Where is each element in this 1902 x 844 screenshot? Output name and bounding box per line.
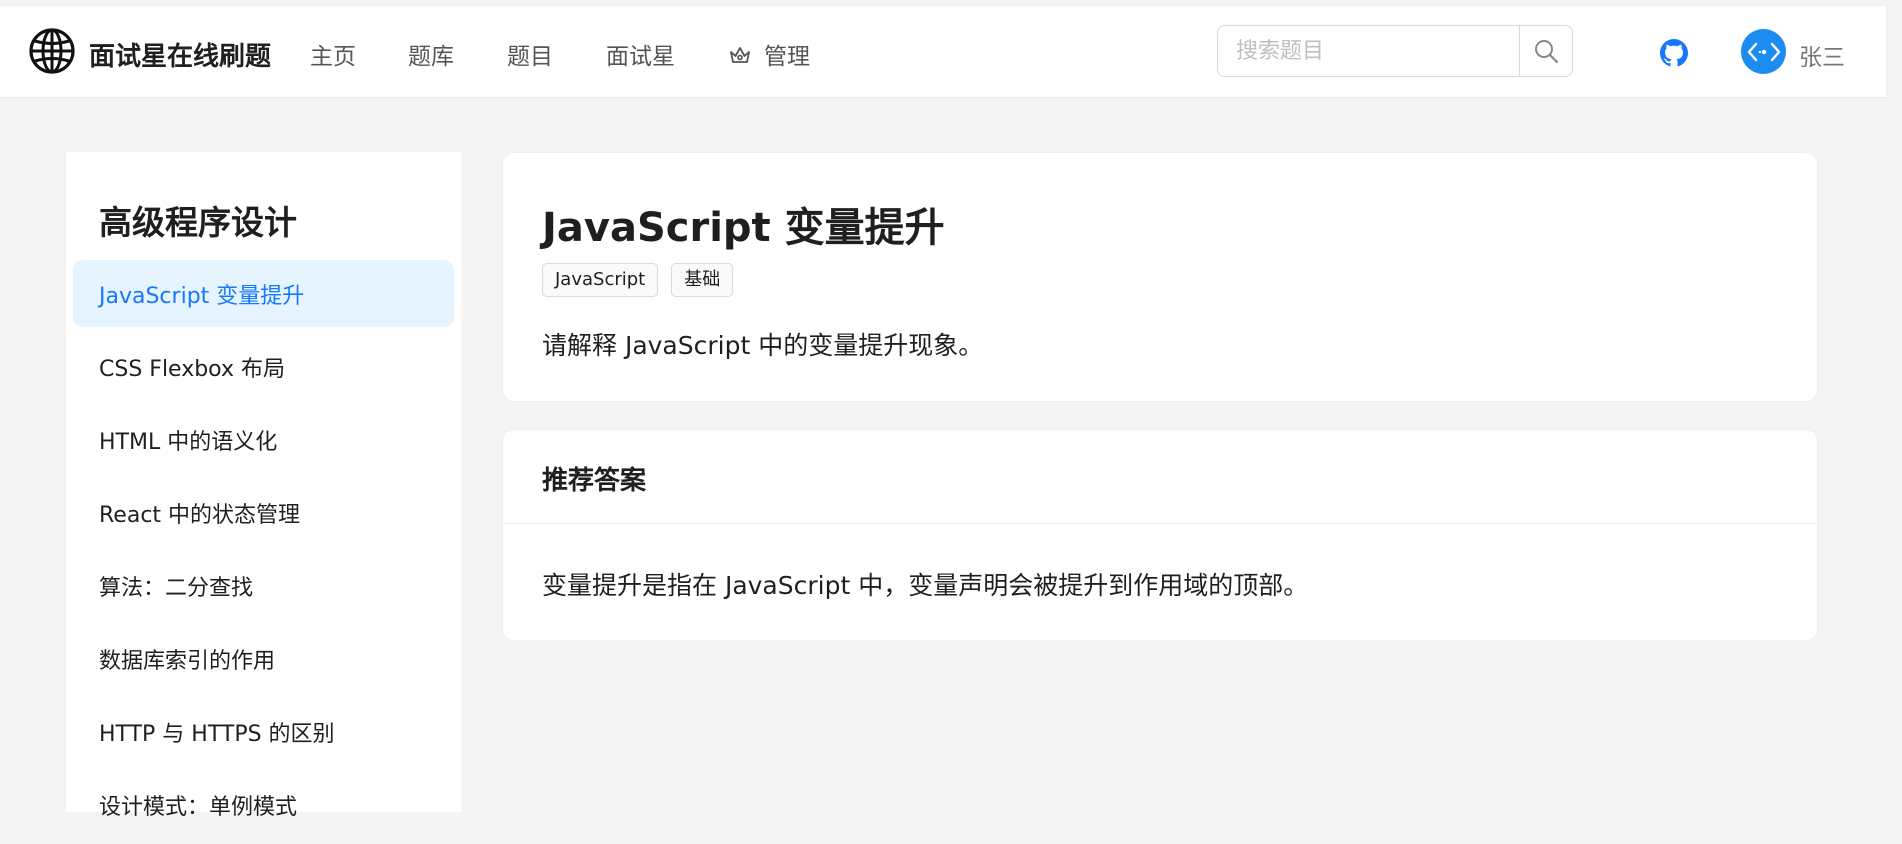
site-title[interactable]: 面试星在线刷题 bbox=[89, 36, 271, 73]
search-icon bbox=[1535, 40, 1559, 64]
answer-content: 变量提升是指在 JavaScript 中，变量声明会被提升到作用域的顶部。 bbox=[542, 571, 1309, 600]
question-title: JavaScript 变量提升 bbox=[542, 205, 945, 251]
menu-item-js-hoisting[interactable]: JavaScript 变量提升 bbox=[73, 260, 454, 327]
nav-interview-star[interactable]: 面试星 bbox=[606, 37, 675, 71]
avatar[interactable] bbox=[1741, 29, 1786, 74]
github-icon[interactable] bbox=[1660, 39, 1688, 67]
menu-item-http-https[interactable]: HTTP 与 HTTPS 的区别 bbox=[73, 698, 454, 765]
answer-header: 推荐答案 bbox=[503, 430, 1817, 524]
menu-item-binary-search[interactable]: 算法：二分查找 bbox=[73, 552, 454, 619]
nav-questions[interactable]: 题目 bbox=[507, 37, 553, 71]
question-card: JavaScript 变量提升 JavaScript 基础 请解释 JavaSc… bbox=[502, 152, 1818, 402]
search-button[interactable] bbox=[1519, 26, 1572, 76]
menu-item-html-semantics[interactable]: HTML 中的语义化 bbox=[73, 406, 454, 473]
answer-card: 推荐答案 变量提升是指在 JavaScript 中，变量声明会被提升到作用域的顶… bbox=[502, 429, 1818, 641]
code-avatar-icon bbox=[1747, 42, 1780, 61]
crown-icon bbox=[730, 47, 750, 63]
globe-icon[interactable] bbox=[28, 27, 76, 75]
sidebar: 高级程序设计 JavaScript 变量提升 CSS Flexbox 布局 HT… bbox=[66, 152, 461, 820]
username[interactable]: 张三 bbox=[1799, 38, 1845, 72]
menu-item-react-state[interactable]: React 中的状态管理 bbox=[73, 479, 454, 546]
answer-heading: 推荐答案 bbox=[542, 466, 647, 496]
tag: JavaScript bbox=[542, 263, 659, 297]
sidebar-title: 高级程序设计 bbox=[99, 203, 297, 242]
search-input[interactable] bbox=[1218, 26, 1521, 76]
tag: 基础 bbox=[671, 263, 734, 297]
menu-item-singleton[interactable]: 设计模式：单例模式 bbox=[73, 771, 454, 838]
nav-home[interactable]: 主页 bbox=[310, 37, 356, 71]
question-menu: JavaScript 变量提升 CSS Flexbox 布局 HTML 中的语义… bbox=[73, 260, 454, 844]
nav-admin-label: 管理 bbox=[764, 44, 810, 70]
search-box bbox=[1217, 25, 1573, 77]
top-navbar: 面试星在线刷题 主页 题库 题目 面试星 管理 张三 bbox=[0, 6, 1886, 98]
nav-question-bank[interactable]: 题库 bbox=[408, 37, 454, 71]
tag-list: JavaScript 基础 bbox=[542, 263, 746, 297]
nav-admin[interactable]: 管理 bbox=[728, 37, 810, 71]
menu-item-css-flexbox[interactable]: CSS Flexbox 布局 bbox=[73, 333, 454, 400]
question-description: 请解释 JavaScript 中的变量提升现象。 bbox=[542, 331, 984, 360]
menu-item-db-index[interactable]: 数据库索引的作用 bbox=[73, 625, 454, 692]
